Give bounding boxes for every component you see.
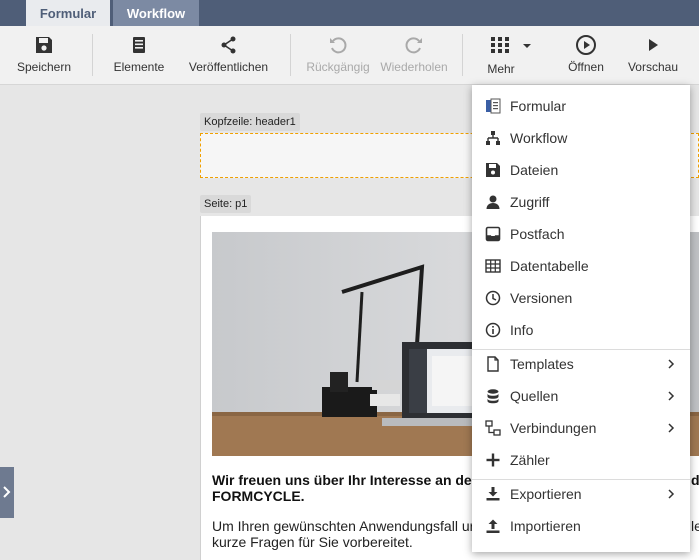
file-icon bbox=[487, 356, 499, 372]
more-button[interactable]: Mehr bbox=[478, 26, 538, 84]
tab-workflow[interactable]: Workflow bbox=[113, 0, 199, 26]
save-button[interactable]: Speichern bbox=[8, 26, 80, 84]
list-icon bbox=[133, 37, 145, 53]
menu-item-exportieren[interactable]: Exportieren bbox=[472, 478, 690, 510]
preview-button[interactable]: Vorschau bbox=[622, 26, 684, 84]
redo-icon bbox=[405, 37, 422, 54]
menu-item-datentabelle[interactable]: Datentabelle bbox=[472, 250, 690, 282]
save-icon bbox=[36, 37, 52, 53]
menu-item-dateien[interactable]: Dateien bbox=[472, 154, 690, 186]
toolbar-divider bbox=[92, 34, 93, 76]
toolbar-divider bbox=[290, 34, 291, 76]
caret-down-icon bbox=[523, 44, 531, 48]
menu-item-verbindungen[interactable]: Verbindungen bbox=[472, 412, 690, 444]
expand-panel-handle[interactable] bbox=[0, 467, 14, 518]
plus-icon bbox=[486, 453, 500, 467]
menu-item-postfach[interactable]: Postfach bbox=[472, 218, 690, 250]
share-icon bbox=[221, 36, 235, 54]
toolbar: Speichern Elemente Veröffentlichen Rückg… bbox=[0, 26, 699, 85]
more-menu: Formular Workflow Dateien Zugriff Postfa… bbox=[472, 85, 690, 552]
grid-icon bbox=[491, 37, 509, 53]
chevron-right-icon bbox=[668, 489, 675, 499]
menu-item-versionen[interactable]: Versionen bbox=[472, 282, 690, 314]
inbox-icon bbox=[485, 226, 501, 242]
menu-item-formular[interactable]: Formular bbox=[472, 90, 690, 122]
download-icon bbox=[486, 487, 500, 501]
open-button[interactable]: Öffnen bbox=[562, 26, 610, 84]
save-icon bbox=[486, 163, 500, 177]
play-circle-icon bbox=[576, 35, 596, 55]
chevron-right-icon bbox=[668, 423, 675, 433]
page-tag[interactable]: Seite: p1 bbox=[200, 195, 252, 213]
table-icon bbox=[485, 259, 501, 273]
toolbar-divider bbox=[462, 34, 463, 76]
intro-overflow: de bbox=[691, 472, 699, 488]
undo-icon bbox=[330, 37, 347, 54]
chevron-right-icon bbox=[668, 359, 675, 369]
redo-button[interactable]: Wiederholen bbox=[378, 26, 450, 84]
chevron-right-icon bbox=[3, 486, 11, 498]
menu-item-templates[interactable]: Templates bbox=[472, 348, 690, 380]
menu-item-info[interactable]: Info bbox=[472, 314, 690, 346]
history-icon bbox=[485, 290, 501, 306]
undo-button[interactable]: Rückgängig bbox=[303, 26, 373, 84]
menu-item-quellen[interactable]: Quellen bbox=[472, 380, 690, 412]
tab-formular[interactable]: Formular bbox=[26, 0, 110, 26]
tab-bar: Formular Workflow bbox=[0, 0, 699, 26]
menu-item-zugriff[interactable]: Zugriff bbox=[472, 186, 690, 218]
elements-button[interactable]: Elemente bbox=[105, 26, 173, 84]
menu-item-zaehler[interactable]: Zähler bbox=[472, 444, 690, 476]
menu-item-importieren[interactable]: Importieren bbox=[472, 510, 690, 542]
user-icon bbox=[486, 195, 500, 209]
play-icon bbox=[649, 39, 658, 51]
database-icon bbox=[487, 389, 499, 404]
header-tag[interactable]: Kopfzeile: header1 bbox=[200, 113, 300, 131]
upload-icon bbox=[486, 519, 500, 533]
body-overflow: le bbox=[691, 518, 699, 534]
menu-item-workflow[interactable]: Workflow bbox=[472, 122, 690, 154]
publish-button[interactable]: Veröffentlichen bbox=[182, 26, 275, 84]
network-icon bbox=[485, 420, 501, 436]
chevron-right-icon bbox=[668, 391, 675, 401]
info-icon bbox=[485, 322, 501, 338]
form-icon bbox=[486, 98, 501, 114]
sitemap-icon bbox=[486, 131, 500, 145]
